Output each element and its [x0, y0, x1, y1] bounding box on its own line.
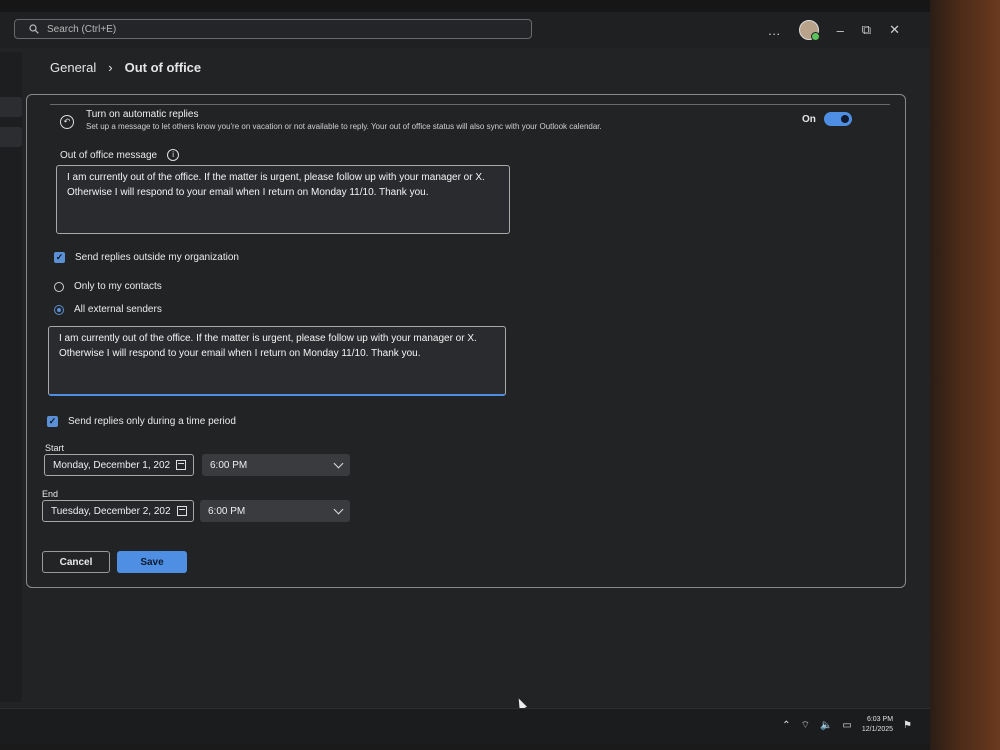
- avatar[interactable]: [798, 20, 820, 41]
- restore-icon[interactable]: ⧉: [862, 22, 871, 38]
- background-desk: [930, 0, 1000, 750]
- calendar-icon[interactable]: [176, 506, 187, 516]
- toggle-label: On: [802, 113, 816, 125]
- start-date-value: Monday, December 1, 202: [53, 459, 171, 471]
- clock-time: 6:03 PM: [866, 716, 894, 723]
- all-external-label: All external senders: [74, 304, 162, 315]
- option-all-external[interactable]: All external senders: [54, 304, 162, 315]
- end-date-value: Tuesday, December 2, 202: [51, 505, 171, 517]
- start-label: Start: [45, 443, 65, 453]
- divider: [50, 104, 890, 105]
- automatic-replies-description: Set up a message to let others know you'…: [86, 122, 602, 131]
- end-time-select[interactable]: 6:00 PM: [200, 500, 350, 522]
- calendar-icon[interactable]: [176, 460, 187, 470]
- send-outside-label: Send replies outside my organization: [75, 252, 239, 263]
- send-outside-row[interactable]: ✓ Send replies outside my organization: [54, 252, 239, 263]
- outlook-window: Search (Ctrl+E) … – ⧉ ✕ General › Out of…: [0, 12, 930, 744]
- minimize-icon[interactable]: –: [837, 23, 844, 38]
- chevron-down-icon: [333, 458, 344, 469]
- automatic-replies-toggle[interactable]: [823, 112, 852, 126]
- breadcrumb-general[interactable]: General: [50, 60, 96, 75]
- chevron-down-icon: [333, 504, 344, 515]
- nav-rail-item[interactable]: [0, 127, 22, 147]
- only-contacts-radio[interactable]: [54, 281, 64, 292]
- notification-icon[interactable]: ⚑: [903, 720, 912, 731]
- info-icon[interactable]: i: [167, 149, 180, 161]
- out-of-office-message-label: Out of office message: [60, 149, 158, 161]
- system-tray: ⌃ ⌔ 🔈 ▭ 6:03 PM 12/1/2025 ⚑: [782, 715, 912, 735]
- automatic-replies-toggle-group: On: [802, 112, 852, 126]
- save-button[interactable]: Save: [117, 551, 187, 573]
- search-input[interactable]: Search (Ctrl+E): [14, 19, 532, 39]
- breadcrumb: General › Out of office: [50, 60, 201, 75]
- auto-reply-icon: ↶: [60, 115, 74, 129]
- page-title: Out of office: [124, 60, 202, 75]
- all-external-radio[interactable]: [54, 304, 64, 315]
- start-date-picker[interactable]: Monday, December 1, 202: [44, 454, 194, 476]
- external-message-textbox[interactable]: I am currently out of the office. If the…: [48, 326, 506, 396]
- clock-date: 12/1/2025: [861, 726, 894, 733]
- end-time-value: 6:00 PM: [208, 505, 246, 517]
- volume-icon[interactable]: 🔈: [820, 720, 832, 731]
- close-icon[interactable]: ✕: [889, 22, 900, 38]
- left-nav-rail: [0, 52, 22, 702]
- time-period-row[interactable]: ✓ Send replies only during a time period: [47, 416, 236, 427]
- out-of-office-message-label-row: Out of office message i: [60, 149, 180, 161]
- internal-message-textbox[interactable]: I am currently out of the office. If the…: [56, 165, 510, 234]
- clock[interactable]: 6:03 PM 12/1/2025: [862, 715, 893, 735]
- more-options-icon[interactable]: …: [768, 23, 781, 38]
- end-label: End: [42, 489, 59, 499]
- time-period-label: Send replies only during a time period: [68, 416, 236, 427]
- only-contacts-label: Only to my contacts: [74, 281, 162, 292]
- chevron-up-icon[interactable]: ⌃: [782, 720, 790, 731]
- search-placeholder: Search (Ctrl+E): [47, 23, 117, 35]
- option-only-contacts[interactable]: Only to my contacts: [54, 281, 162, 292]
- cancel-button[interactable]: Cancel: [42, 551, 110, 573]
- time-period-checkbox[interactable]: ✓: [47, 416, 58, 427]
- chevron-right-icon: ›: [108, 60, 113, 75]
- title-bar: Search (Ctrl+E) … – ⧉ ✕: [0, 12, 930, 48]
- wifi-icon[interactable]: ⌔: [801, 719, 810, 732]
- monitor-bezel-top: [0, 0, 1000, 12]
- start-time-select[interactable]: 6:00 PM: [202, 454, 350, 476]
- start-time-value: 6:00 PM: [210, 459, 248, 471]
- automatic-replies-title: Turn on automatic replies: [86, 109, 199, 120]
- search-icon: [29, 24, 39, 34]
- send-outside-checkbox[interactable]: ✓: [54, 252, 65, 263]
- taskbar: ⌃ ⌔ 🔈 ▭ 6:03 PM 12/1/2025 ⚑: [0, 708, 930, 744]
- automatic-replies-section: ↶ Turn on automatic replies Set up a mes…: [60, 109, 602, 131]
- end-date-picker[interactable]: Tuesday, December 2, 202: [42, 500, 194, 522]
- battery-icon[interactable]: ▭: [842, 720, 851, 731]
- nav-rail-item[interactable]: [0, 97, 22, 117]
